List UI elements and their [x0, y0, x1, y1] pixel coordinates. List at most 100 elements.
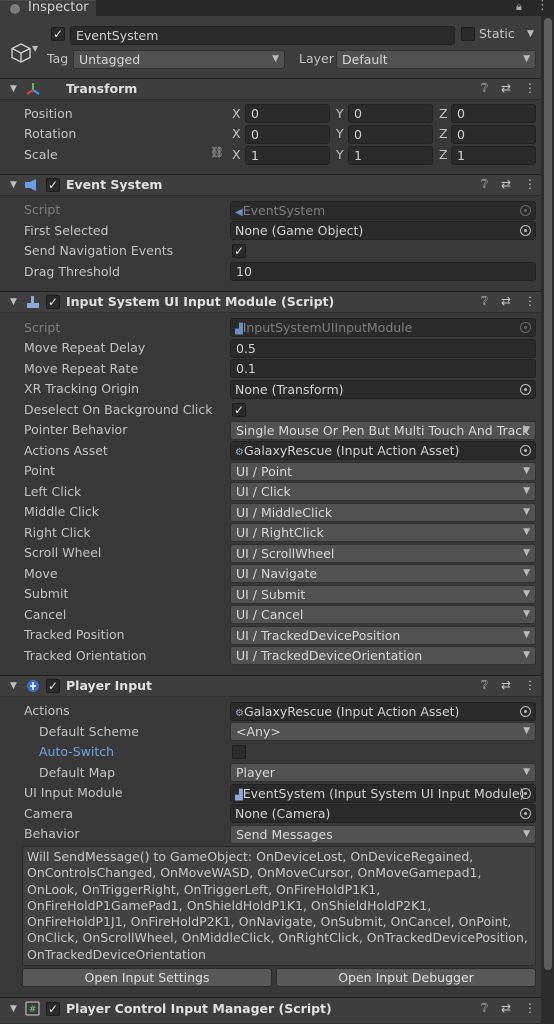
rotation-y-field[interactable]: 0 — [348, 125, 433, 144]
input-module-icon: ▟ — [235, 790, 243, 801]
help-icon[interactable]: ❔︎ — [481, 294, 488, 309]
scale-z-field[interactable]: 1 — [451, 146, 536, 165]
presets-icon[interactable]: ⇄ — [501, 294, 511, 308]
xr-tracking-origin-field[interactable]: None (Transform) — [230, 380, 536, 399]
move-action-dropdown[interactable]: UI / Navigate ▼ — [230, 564, 536, 583]
player-input-header[interactable]: ▼ ✓ Player Input ❔︎ ⇄ ⋮ — [0, 675, 541, 697]
rotation-z-field[interactable]: 0 — [451, 125, 536, 144]
foldout-arrow-icon[interactable]: ▼ — [10, 180, 17, 190]
z-axis-label[interactable]: Z — [439, 106, 448, 121]
layer-dropdown[interactable]: Default ▼ — [336, 50, 536, 69]
help-icon[interactable]: ❔︎ — [481, 177, 488, 192]
object-picker-icon[interactable] — [520, 706, 531, 717]
camera-field[interactable]: None (Camera) — [230, 804, 536, 823]
foldout-arrow-icon[interactable]: ▼ — [10, 681, 17, 691]
context-menu-icon[interactable]: ⋮ — [524, 177, 536, 191]
scale-x-field[interactable]: 1 — [245, 146, 330, 165]
constrain-proportions-icon[interactable]: ⛓︎ — [210, 146, 224, 159]
y-axis-label[interactable]: Y — [336, 147, 344, 162]
x-axis-label[interactable]: X — [232, 126, 241, 141]
z-axis-label[interactable]: Z — [439, 147, 448, 162]
object-picker-icon[interactable] — [520, 445, 531, 456]
foldout-arrow-icon[interactable]: ▼ — [10, 1004, 17, 1014]
y-axis-label[interactable]: Y — [336, 106, 344, 121]
static-dropdown-arrow-icon[interactable]: ▼ — [527, 29, 534, 39]
transform-header[interactable]: ▼ Transform ❔︎ ⇄ ⋮ — [0, 78, 541, 100]
presets-icon[interactable]: ⇄ — [501, 678, 511, 692]
menu-icon[interactable]: ⋮ — [536, 0, 549, 13]
object-picker-icon[interactable] — [520, 384, 531, 395]
pointer-behavior-dropdown[interactable]: Single Mouse Or Pen But Multi Touch And … — [230, 421, 536, 440]
scale-y-field[interactable]: 1 — [348, 146, 433, 165]
chevron-down-icon: ▼ — [523, 507, 530, 517]
icon-dropdown-arrow-icon[interactable]: ▼ — [32, 44, 38, 53]
point-action-dropdown[interactable]: UI / Point ▼ — [230, 462, 536, 481]
ui-input-module-field[interactable]: ▟EventSystem (Input System UI Input Modu… — [230, 784, 536, 803]
tab-inspector[interactable]: Inspector — [0, 0, 96, 17]
static-checkbox[interactable] — [461, 27, 475, 41]
help-icon[interactable]: ❔︎ — [481, 1001, 488, 1016]
context-menu-icon[interactable]: ⋮ — [524, 294, 536, 308]
foldout-arrow-icon[interactable]: ▼ — [10, 297, 17, 307]
y-axis-label[interactable]: Y — [336, 126, 344, 141]
auto-switch-checkbox[interactable] — [232, 745, 246, 759]
z-axis-label[interactable]: Z — [439, 126, 448, 141]
scroll-wheel-action-dropdown[interactable]: UI / ScrollWheel ▼ — [230, 544, 536, 563]
gameobject-name-field[interactable]: EventSystem — [70, 26, 455, 45]
default-scheme-dropdown[interactable]: <Any> ▼ — [230, 722, 536, 741]
actions-asset-field[interactable]: ⚙︎GalaxyRescue (Input Action Asset) — [230, 441, 536, 460]
position-y-field[interactable]: 0 — [348, 104, 433, 123]
move-repeat-delay-field[interactable]: 0.5 — [230, 339, 536, 358]
chevron-down-icon: ▼ — [523, 548, 530, 558]
first-selected-field[interactable]: None (Game Object) — [230, 221, 536, 240]
send-navigation-events-checkbox[interactable]: ✓ — [232, 244, 246, 258]
object-picker-icon[interactable] — [520, 808, 531, 819]
right-click-action-dropdown[interactable]: UI / RightClick ▼ — [230, 523, 536, 542]
deselect-on-background-click-checkbox[interactable]: ✓ — [232, 403, 246, 417]
event-system-header[interactable]: ▼ ✓ Event System ❔︎ ⇄ ⋮ — [0, 174, 541, 196]
tracked-orientation-action-dropdown[interactable]: UI / TrackedDeviceOrientation ▼ — [230, 646, 536, 665]
presets-icon[interactable]: ⇄ — [501, 177, 511, 191]
object-picker-icon[interactable] — [520, 788, 531, 799]
camera-value: None (Camera) — [235, 806, 331, 821]
context-menu-icon[interactable]: ⋮ — [524, 81, 536, 95]
middle-click-action-dropdown[interactable]: UI / MiddleClick ▼ — [230, 503, 536, 522]
help-icon[interactable]: ❔︎ — [481, 81, 488, 96]
script-label: Script — [24, 202, 61, 217]
x-axis-label[interactable]: X — [232, 106, 241, 121]
position-x-field[interactable]: 0 — [245, 104, 330, 123]
enabled-checkbox[interactable]: ✓ — [46, 178, 60, 192]
presets-icon[interactable]: ⇄ — [501, 81, 511, 95]
active-checkbox[interactable]: ✓ — [51, 27, 65, 41]
x-axis-label[interactable]: X — [232, 147, 241, 162]
drag-threshold-field[interactable]: 10 — [230, 262, 536, 281]
default-map-dropdown[interactable]: Player ▼ — [230, 763, 536, 782]
enabled-checkbox[interactable]: ✓ — [46, 1002, 60, 1016]
help-icon[interactable]: ❔︎ — [481, 678, 488, 693]
foldout-arrow-icon[interactable]: ▼ — [10, 84, 17, 94]
enabled-checkbox[interactable]: ✓ — [46, 679, 60, 693]
rotation-x-field[interactable]: 0 — [245, 125, 330, 144]
open-input-settings-button[interactable]: Open Input Settings — [22, 968, 272, 987]
enabled-checkbox[interactable]: ✓ — [46, 295, 60, 309]
tag-dropdown[interactable]: Untagged ▼ — [73, 50, 285, 69]
position-z-field[interactable]: 0 — [451, 104, 536, 123]
presets-icon[interactable]: ⇄ — [501, 1001, 511, 1015]
tracked-position-action-dropdown[interactable]: UI / TrackedDevicePosition ▼ — [230, 626, 536, 645]
component-title: Input System UI Input Module (Script) — [66, 294, 335, 309]
cancel-action-dropdown[interactable]: UI / Cancel ▼ — [230, 605, 536, 624]
open-input-debugger-button[interactable]: Open Input Debugger — [276, 968, 536, 987]
object-picker-icon[interactable] — [520, 225, 531, 236]
move-repeat-rate-field[interactable]: 0.1 — [230, 359, 536, 378]
scrollbar-thumb[interactable] — [544, 18, 552, 970]
submit-action-dropdown[interactable]: UI / Submit ▼ — [230, 585, 536, 604]
default-scheme-label: Default Scheme — [39, 724, 139, 739]
left-click-action-dropdown[interactable]: UI / Click ▼ — [230, 482, 536, 501]
actions-field[interactable]: ⚙︎GalaxyRescue (Input Action Asset) — [230, 702, 536, 721]
context-menu-icon[interactable]: ⋮ — [524, 678, 536, 692]
behavior-dropdown[interactable]: Send Messages ▼ — [230, 825, 536, 844]
context-menu-icon[interactable]: ⋮ — [524, 1001, 536, 1015]
input-module-header[interactable]: ▼ ✓ Input System UI Input Module (Script… — [0, 291, 541, 313]
lock-icon[interactable]: 🔒︎ — [516, 0, 522, 14]
player-control-input-manager-header[interactable]: ▼ # ✓ Player Control Input Manager (Scri… — [0, 997, 541, 1024]
